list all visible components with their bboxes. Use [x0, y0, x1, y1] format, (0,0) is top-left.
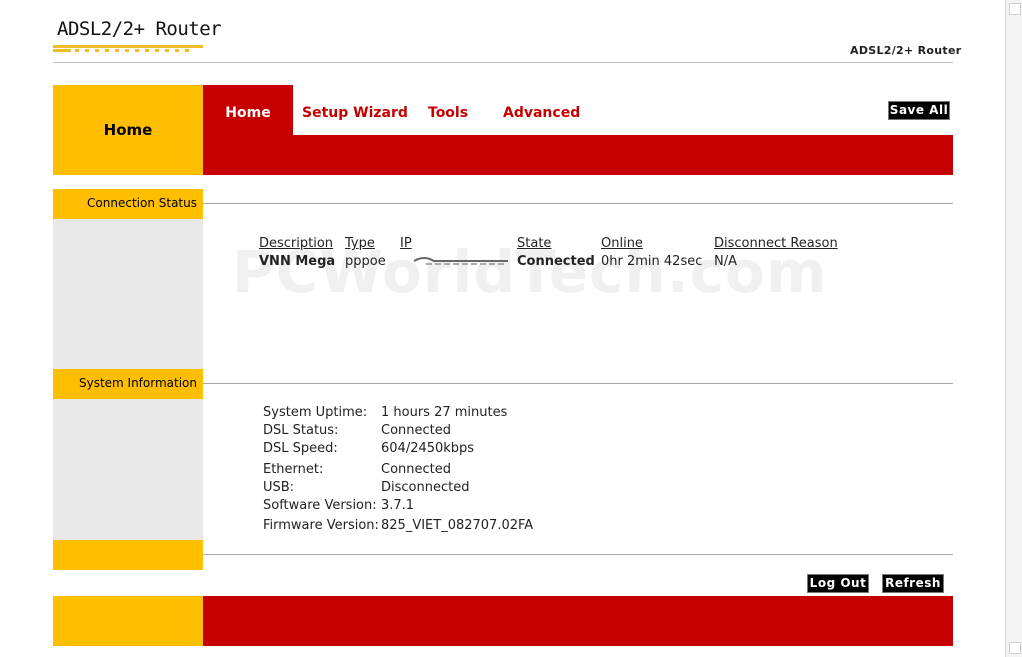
dsl-speed-label: DSL Speed: [263, 441, 338, 456]
software-version-label: Software Version: [263, 498, 377, 513]
refresh-button[interactable]: Refresh [882, 574, 944, 593]
header-divider [53, 62, 953, 63]
bottom-divider [203, 554, 953, 555]
dsl-status-value: Connected [381, 423, 452, 438]
router-logo: ADSL2/2+ Router [57, 18, 222, 40]
software-version-value: 3.7.1 [381, 498, 415, 513]
ip-redacted-mark [413, 257, 508, 265]
log-out-button[interactable]: Log Out [807, 574, 869, 593]
dsl-speed-value: 604/2450kbps [381, 441, 475, 456]
save-all-button[interactable]: Save All [888, 101, 950, 120]
ethernet-label: Ethernet: [263, 462, 324, 477]
footer-red-band [203, 596, 953, 646]
firmware-version-label: Firmware Version: [263, 518, 379, 533]
connection-status-label: Connection Status [87, 196, 197, 210]
scroll-down-icon[interactable] [1009, 642, 1021, 654]
product-name: ADSL2/2+ Router [850, 44, 962, 57]
scroll-up-icon[interactable] [1009, 3, 1021, 15]
cell-type: pppoe [345, 254, 386, 269]
tab-home[interactable]: Home [203, 105, 293, 121]
cell-state: Connected [517, 254, 595, 269]
system-information-label: System Information [78, 376, 197, 390]
system-information-divider [203, 383, 953, 384]
column-header-description: Description [259, 236, 334, 251]
vertical-scrollbar[interactable] [1005, 0, 1022, 657]
cell-disconnect-reason: N/A [714, 254, 737, 269]
ethernet-value: Connected [381, 462, 452, 477]
page-title: Home [103, 121, 153, 139]
connection-status-divider [203, 203, 953, 204]
usb-value: Disconnected [381, 480, 470, 495]
nav-red-band [203, 135, 953, 175]
system-uptime-label: System Uptime: [263, 405, 368, 420]
dsl-status-label: DSL Status: [263, 423, 339, 438]
system-uptime-value: 1 hours 27 minutes [381, 405, 508, 420]
column-header-disconnect-reason: Disconnect Reason [714, 236, 838, 251]
tab-advanced[interactable]: Advanced [503, 105, 580, 121]
footer-yellow-block [53, 596, 203, 646]
column-header-ip: IP [400, 236, 412, 251]
column-header-state: State [517, 236, 552, 251]
cell-description: VNN Mega [259, 254, 336, 269]
cell-online: 0hr 2min 42sec [601, 254, 703, 269]
sidebar-footer-block [53, 540, 203, 570]
firmware-version-value: 825_VIET_082707.02FA [381, 518, 534, 533]
tab-setup-wizard[interactable]: Setup Wizard [302, 105, 408, 121]
column-header-online: Online [601, 236, 643, 251]
usb-label: USB: [263, 480, 295, 495]
tab-tools[interactable]: Tools [428, 105, 468, 121]
column-header-type: Type [345, 236, 375, 251]
